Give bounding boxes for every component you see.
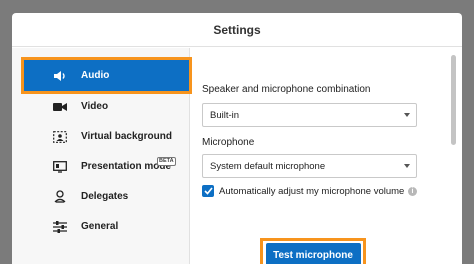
virtual-background-icon [53,130,67,144]
sidebar-item-delegates[interactable]: Delegates [24,181,189,212]
presentation-icon [53,160,67,174]
speaker-icon [53,69,67,83]
chevron-down-icon [404,164,410,168]
dialog-title: Settings [12,13,462,47]
settings-dialog: Settings Audio Video Virtual background … [12,13,462,264]
speaker-mic-value: Built-in [210,109,240,121]
scrollbar[interactable] [451,55,456,145]
sidebar-item-presentation-mode[interactable]: Presentation mode BETA [24,151,189,182]
beta-badge: BETA [157,157,176,166]
sliders-icon [53,220,67,234]
sidebar-item-label: Video [81,101,109,112]
test-microphone-highlight: Test microphone [260,238,366,264]
video-camera-icon [53,100,67,114]
test-microphone-button[interactable]: Test microphone [265,243,361,264]
auto-adjust-label: Automatically adjust my microphone volum… [219,186,405,197]
sidebar-item-video[interactable]: Video [24,91,189,122]
sidebar-item-audio[interactable]: Audio [21,57,192,94]
microphone-value: System default microphone [210,160,326,172]
settings-sidebar: Audio Video Virtual background Presentat… [12,48,192,264]
sidebar-item-label: Audio [81,70,110,81]
microphone-label: Microphone [202,137,255,148]
speaker-mic-label: Speaker and microphone combination [202,84,371,95]
delegates-icon [53,190,67,204]
sidebar-item-label: Virtual background [81,131,172,142]
speaker-mic-select[interactable]: Built-in [202,103,417,127]
sidebar-item-virtual-background[interactable]: Virtual background [24,121,189,152]
chevron-down-icon [404,113,410,117]
audio-settings-panel: Speaker and microphone combination Built… [202,48,442,264]
info-icon[interactable]: i [408,187,417,196]
microphone-select[interactable]: System default microphone [202,154,417,178]
sidebar-item-general[interactable]: General [24,211,189,242]
sidebar-item-label: General [81,221,119,232]
checkmark-icon [203,187,213,195]
auto-adjust-checkbox[interactable] [202,185,214,197]
sidebar-item-label: Delegates [81,191,129,202]
